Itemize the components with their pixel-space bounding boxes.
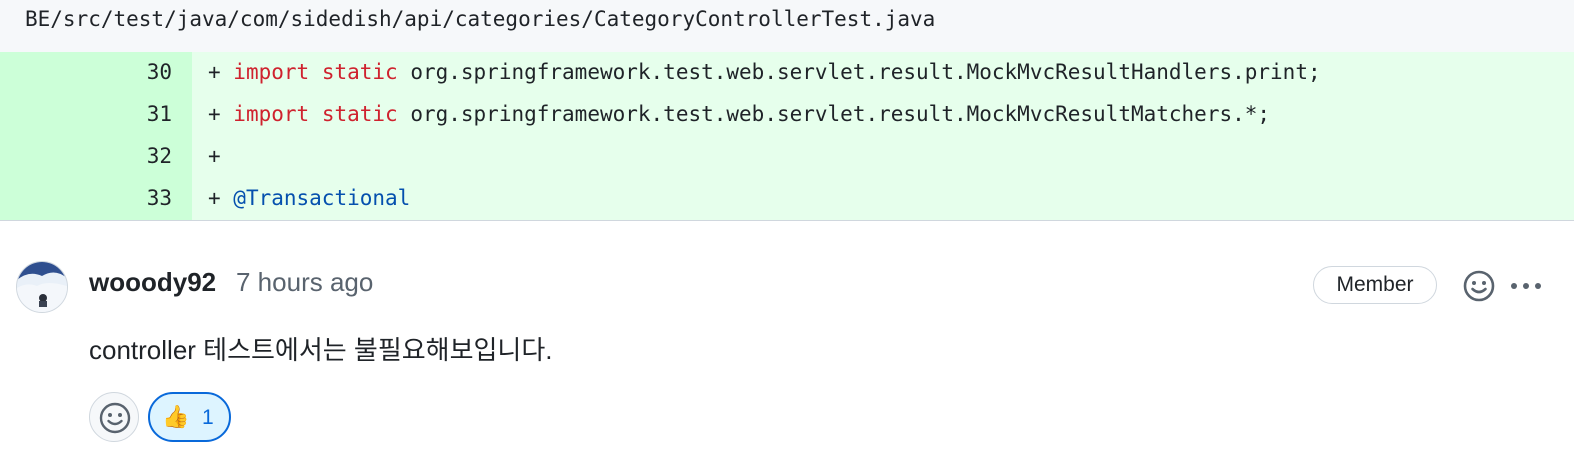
- add-reaction-button[interactable]: [89, 392, 139, 442]
- code-text: org.springframework.test.web.servlet.res…: [397, 60, 1321, 84]
- smiley-icon[interactable]: [1462, 269, 1496, 307]
- line-number[interactable]: 31: [0, 102, 172, 126]
- avatar-image: [17, 262, 67, 312]
- comment-body: controller 테스트에서는 불필요해보입니다.: [89, 335, 553, 365]
- keyword-static: static: [321, 102, 398, 126]
- keyword-static: static: [321, 60, 398, 84]
- member-badge: Member: [1313, 266, 1437, 304]
- file-path-header[interactable]: BE/src/test/java/com/sidedish/api/catego…: [0, 0, 1574, 52]
- file-path[interactable]: BE/src/test/java/com/sidedish/api/catego…: [25, 7, 935, 31]
- code-line: +: [208, 144, 221, 168]
- thumbs-up-icon: 👍: [162, 405, 190, 430]
- kebab-horizontal-icon[interactable]: [1508, 276, 1544, 300]
- comment-author[interactable]: wooody92: [89, 267, 216, 298]
- diff-line: 32 +: [0, 136, 1574, 178]
- diff-hunk: 30 + import static org.springframework.t…: [0, 52, 1574, 221]
- diff-prefix: +: [208, 186, 234, 210]
- line-number[interactable]: 32: [0, 144, 172, 168]
- diff-prefix: +: [208, 144, 221, 168]
- smiley-icon: [98, 401, 132, 439]
- diff-line: 31 + import static org.springframework.t…: [0, 94, 1574, 136]
- annotation-transactional: @Transactional: [233, 186, 411, 210]
- line-number[interactable]: 33: [0, 186, 172, 210]
- code-text: org.springframework.test.web.servlet.res…: [397, 102, 1271, 126]
- diff-prefix: +: [208, 60, 234, 84]
- code-line: + @Transactional: [208, 186, 410, 210]
- reaction-count: 1: [202, 406, 214, 429]
- thumbs-up-reaction-button[interactable]: 👍 1: [148, 392, 231, 442]
- comment-timestamp[interactable]: 7 hours ago: [236, 267, 373, 298]
- avatar[interactable]: [16, 261, 68, 313]
- diff-line: 30 + import static org.springframework.t…: [0, 52, 1574, 94]
- diff-prefix: +: [208, 102, 234, 126]
- keyword-import: import: [233, 60, 310, 84]
- code-line: + import static org.springframework.test…: [208, 102, 1270, 126]
- line-number[interactable]: 30: [0, 60, 172, 84]
- keyword-import: import: [233, 102, 310, 126]
- diff-line: 33 + @Transactional: [0, 178, 1574, 220]
- code-line: + import static org.springframework.test…: [208, 60, 1321, 84]
